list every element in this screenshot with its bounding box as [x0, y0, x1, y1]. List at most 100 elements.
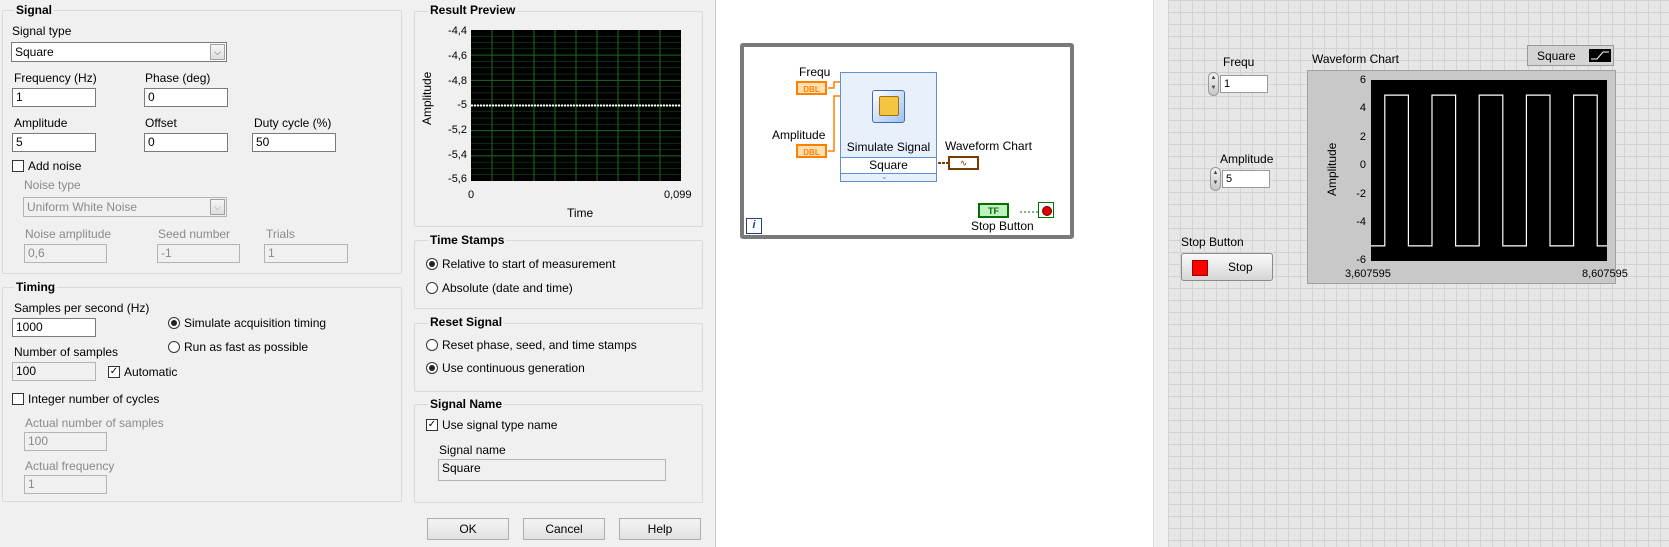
legend-plot-icon [1589, 49, 1611, 62]
waveform-chart-terminal[interactable]: ∿ [948, 156, 979, 170]
vi-mode-row: Square [841, 157, 936, 174]
result-preview-title: Result Preview [428, 3, 518, 17]
noise-type-label: Noise type [24, 178, 81, 192]
reset-signal-group [414, 323, 703, 392]
reset-signal-title: Reset Signal [428, 315, 505, 329]
automatic-label: Automatic [124, 365, 178, 379]
preview-y-tick: -5 [457, 99, 467, 111]
panel-y-tick: 4 [1359, 102, 1366, 114]
configure-simulate-signal-dialog: Signal Signal type Square ⌵ Frequency (H… [0, 0, 716, 547]
signal-name-input[interactable]: Square [438, 459, 666, 481]
preview-y-tick: -5,4 [448, 149, 467, 161]
panel-stop-label: Stop Button [1181, 235, 1244, 249]
stop-button-label: Stop [1228, 260, 1253, 274]
panel-amplitude-label: Amplitude [1220, 152, 1274, 166]
noise-amplitude-input[interactable]: 0,6 [24, 244, 107, 263]
amplitude-numeric[interactable]: 5 [1222, 170, 1270, 188]
trials-input[interactable]: 1 [264, 244, 348, 263]
samples-per-second-label: Samples per second (Hz) [14, 301, 150, 315]
window-splitter[interactable] [1153, 0, 1169, 547]
signal-group-title: Signal [14, 3, 55, 17]
frequ-numeric[interactable]: 1 [1220, 75, 1268, 93]
signal-name-label: Signal name [439, 443, 506, 457]
simulate-signal-vi[interactable]: Simulate Signal Square ⌄ [840, 72, 937, 182]
relative-timestamp-radio[interactable] [426, 258, 438, 270]
relative-timestamp-label: Relative to start of measurement [442, 257, 616, 271]
block-diagram: i Frequ DBL Amplitude DBL Simulate Signa… [716, 0, 1153, 547]
waveform-plot-background [1371, 80, 1607, 261]
noise-type-select[interactable]: Uniform White Noise ⌵ [23, 197, 227, 217]
preview-plot [471, 30, 681, 181]
panel-y-tick: -2 [1356, 188, 1366, 200]
reset-phase-radio[interactable] [426, 339, 438, 351]
samples-per-second-input[interactable]: 1000 [12, 318, 96, 337]
actual-number-samples-input: 100 [24, 432, 107, 451]
frequency-label: Frequency (Hz) [14, 71, 97, 85]
number-of-samples-input[interactable]: 100 [12, 362, 96, 381]
waveform-icon: ∿ [959, 158, 968, 168]
panel-chart-title: Waveform Chart [1312, 52, 1399, 66]
expand-chevron-icon: ⌄ [881, 172, 888, 181]
panel-x-tick: 3,607595 [1345, 268, 1391, 280]
noise-type-value: Uniform White Noise [27, 200, 138, 214]
time-stamps-title: Time Stamps [428, 233, 507, 247]
panel-x-tick: 8,607595 [1582, 268, 1628, 280]
wire-frequency [828, 81, 840, 89]
use-signal-type-name-checkbox[interactable]: ✓ [426, 419, 438, 431]
wire-stop-boolean [1020, 211, 1040, 213]
preview-y-tick: -5,6 [448, 173, 467, 185]
automatic-checkbox[interactable]: ✓ [108, 366, 120, 378]
frequ-terminal[interactable]: DBL [796, 81, 827, 95]
signal-type-label: Signal type [12, 24, 72, 38]
number-of-samples-label: Number of samples [14, 345, 119, 359]
loop-condition-terminal[interactable] [1038, 202, 1054, 218]
stop-button[interactable]: Stop [1181, 253, 1273, 281]
ok-button[interactable]: OK [427, 518, 509, 540]
seed-number-input[interactable]: -1 [157, 244, 240, 263]
preview-x-tick: 0,099 [664, 189, 692, 201]
amplitude-label: Amplitude [14, 116, 68, 130]
continuous-generation-label: Use continuous generation [442, 361, 585, 375]
offset-input[interactable]: 0 [144, 133, 228, 152]
add-noise-label: Add noise [28, 159, 82, 173]
simulate-acquisition-radio[interactable] [168, 317, 180, 329]
panel-y-tick: 2 [1359, 131, 1366, 143]
preview-y-tick: -5,2 [448, 124, 467, 136]
duty-cycle-input[interactable]: 50 [252, 133, 336, 152]
continuous-generation-radio[interactable] [426, 362, 438, 374]
actual-frequency-input: 1 [24, 475, 107, 494]
vi-mode: Square [869, 158, 908, 172]
actual-frequency-label: Actual frequency [25, 459, 115, 473]
noise-amplitude-label: Noise amplitude [25, 227, 112, 241]
preview-y-axis-label: Amplitude [420, 71, 434, 125]
panel-frequ-label: Frequ [1223, 55, 1255, 69]
panel-y-tick: 6 [1359, 74, 1366, 86]
signal-type-value: Square [15, 45, 54, 59]
simulate-signal-icon [872, 90, 905, 123]
stop-button-terminal[interactable]: TF [978, 203, 1009, 218]
panel-y-tick: -4 [1356, 216, 1366, 228]
run-fast-radio[interactable] [168, 341, 180, 353]
reset-phase-label: Reset phase, seed, and time stamps [442, 338, 637, 352]
help-button[interactable]: Help [619, 518, 701, 540]
add-noise-checkbox[interactable] [12, 160, 24, 172]
panel-y-axis-label: Amplitude [1325, 142, 1339, 196]
integer-cycles-checkbox[interactable] [12, 393, 24, 405]
preview-y-tick: -4,8 [448, 75, 467, 87]
actual-number-samples-label: Actual number of samples [25, 416, 164, 430]
amplitude-terminal[interactable]: DBL [796, 144, 827, 158]
signal-type-select[interactable]: Square ⌵ [11, 42, 227, 62]
waveform-plot [1371, 80, 1607, 261]
frequ-increment-decrement[interactable]: ▲ ▼ [1208, 72, 1219, 96]
diagram-frequ-label: Frequ [799, 65, 831, 79]
phase-input[interactable]: 0 [144, 88, 228, 107]
duty-cycle-label: Duty cycle (%) [254, 116, 332, 130]
frequency-input[interactable]: 1 [12, 88, 96, 107]
stop-led-icon [1192, 260, 1208, 276]
cancel-button[interactable]: Cancel [523, 518, 605, 540]
absolute-timestamp-radio[interactable] [426, 282, 438, 294]
chart-legend[interactable]: Square [1527, 45, 1614, 66]
amplitude-increment-decrement[interactable]: ▲ ▼ [1210, 167, 1221, 191]
amplitude-input[interactable]: 5 [12, 133, 96, 152]
legend-label: Square [1537, 49, 1576, 63]
